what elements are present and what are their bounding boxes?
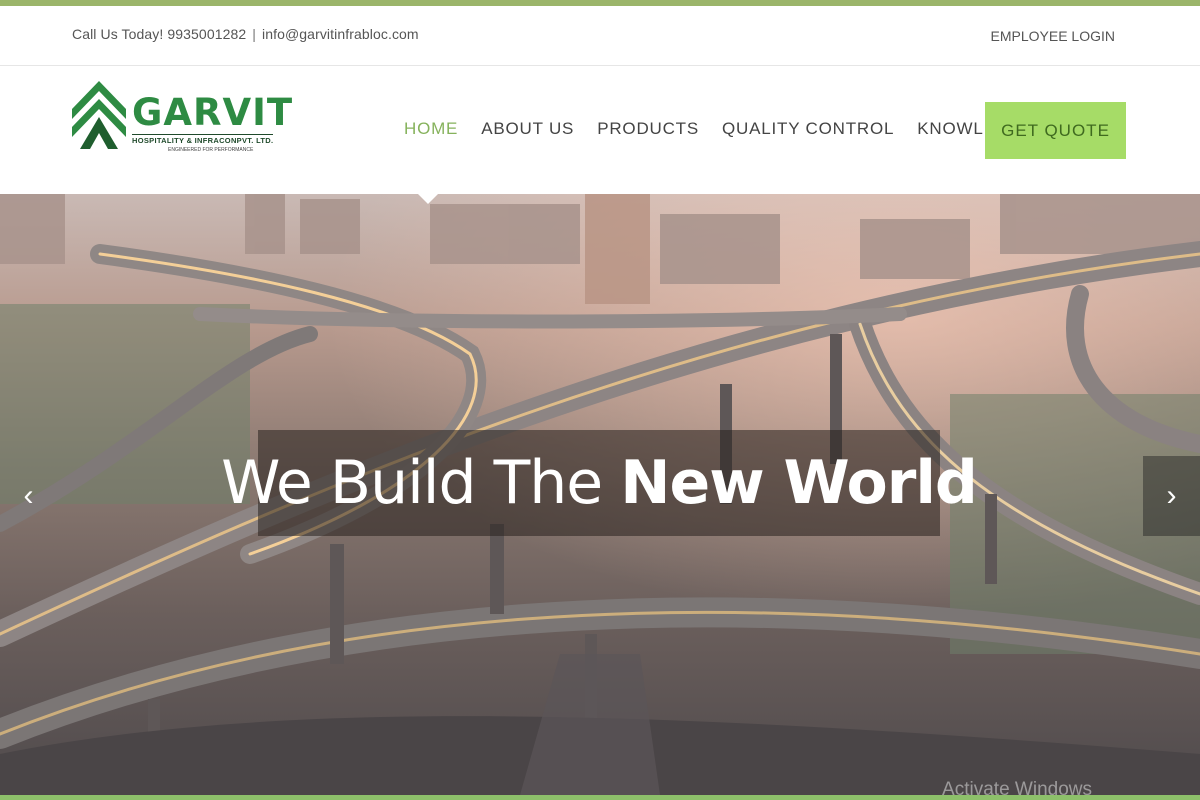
logo-subtitle: HOSPITALITY & INFRACONPVT. LTD. [132, 134, 274, 145]
hero-slider: ‹ › We Build The New World Activate Wind… [0, 194, 1200, 795]
nav-active-indicator [418, 194, 438, 204]
employee-login-link[interactable]: EMPLOYEE LOGIN [991, 28, 1115, 44]
nav-item-home[interactable]: HOME [404, 119, 458, 139]
slider-next-button[interactable]: › [1143, 456, 1200, 536]
slider-prev-button[interactable]: ‹ [0, 456, 57, 536]
logo[interactable]: GARVIT HOSPITALITY & INFRACONPVT. LTD. E… [70, 79, 292, 153]
bottom-accent-bar [0, 795, 1200, 800]
nav-item-products[interactable]: PRODUCTS [597, 119, 699, 139]
logo-tagline: ENGINEERED FOR PERFORMANCE [168, 147, 254, 153]
top-info-bar: Call Us Today! 9935001282 | info@garvitinf… [0, 6, 1200, 66]
hero-headline-box: We Build The New World [221, 430, 978, 536]
hero-headline: We Build The New World [221, 448, 978, 518]
headline-light-text: We Build The [221, 448, 621, 518]
chevron-right-icon: › [1166, 479, 1177, 512]
phone-text: Call Us Today! 9935001282 [72, 26, 247, 42]
logo-name: GARVIT [132, 91, 294, 134]
activate-windows-watermark: Activate Windows [942, 779, 1092, 795]
headline-bold-text: New World [620, 448, 978, 518]
separator: | [252, 26, 257, 42]
site-header: GARVIT HOSPITALITY & INFRACONPVT. LTD. E… [0, 67, 1200, 194]
get-quote-button[interactable]: GET QUOTE [985, 102, 1126, 159]
nav-item-about-us[interactable]: ABOUT US [481, 119, 574, 139]
nav-item-quality-control[interactable]: QUALITY CONTROL [722, 119, 894, 139]
chevron-stack-logo-icon [72, 81, 126, 149]
chevron-left-icon: ‹ [23, 479, 34, 512]
email-link[interactable]: info@garvitinfrabloc.com [262, 26, 419, 42]
contact-info: Call Us Today! 9935001282 | info@garvitinf… [72, 26, 419, 42]
